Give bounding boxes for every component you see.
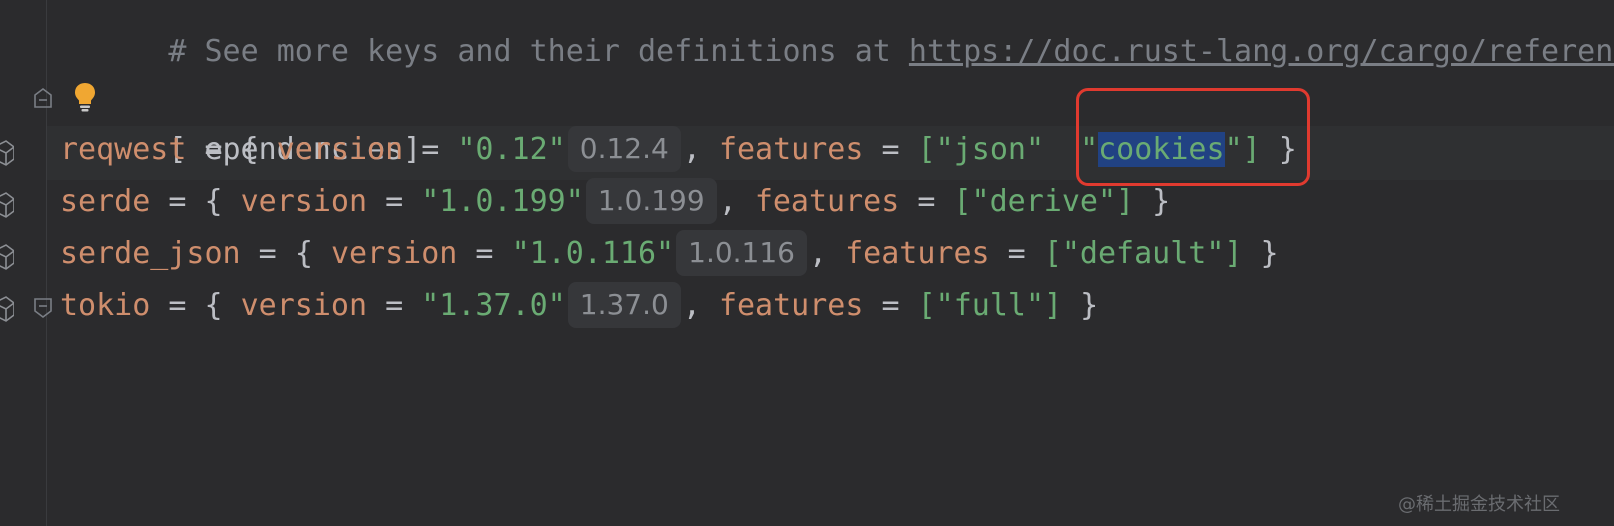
- dependency-name: serde: [60, 184, 151, 219]
- code-editor[interactable]: # See more keys and their definitions at…: [0, 0, 1614, 526]
- open-brace: {: [240, 132, 277, 167]
- version-key: version: [240, 288, 368, 323]
- open-brace: {: [294, 236, 331, 271]
- version-value: "1.0.116": [511, 236, 675, 271]
- features-key: features: [718, 288, 864, 323]
- features-key: features: [845, 236, 990, 271]
- features-value: ["derive"]: [953, 184, 1135, 219]
- dependency-name: serde_json: [60, 236, 241, 271]
- features-value: ["default"]: [1043, 236, 1243, 271]
- equals-token: =: [457, 236, 512, 271]
- equals-token: =: [150, 288, 205, 323]
- dependency-name: tokio: [60, 288, 151, 323]
- dependency-line-tokio: tokio = { version = "1.37.0" 1.37.0, feat…: [60, 280, 1098, 332]
- annotation-highlight-box: [1076, 88, 1310, 186]
- resolved-version-hint[interactable]: 1.0.116: [676, 229, 807, 276]
- fold-icon[interactable]: [33, 298, 53, 318]
- fold-icon[interactable]: [33, 88, 53, 108]
- features-value: ["full"]: [917, 288, 1063, 323]
- version-key: version: [276, 132, 404, 167]
- lightbulb-icon[interactable]: [74, 82, 96, 112]
- comma-token: ,: [682, 132, 719, 167]
- version-value: "1.37.0": [421, 288, 566, 323]
- version-key: version: [240, 184, 368, 219]
- equals-token: =: [899, 184, 954, 219]
- features-key: features: [754, 184, 900, 219]
- dependency-name: reqwest: [60, 132, 187, 167]
- version-value: "0.12": [457, 132, 566, 167]
- dependency-line-serde-json: serde_json = { version = "1.0.116" 1.0.11…: [60, 228, 1279, 280]
- open-brace: {: [204, 288, 241, 323]
- open-brace: {: [204, 184, 241, 219]
- close-brace: }: [1242, 236, 1279, 271]
- equals-token: =: [150, 184, 205, 219]
- resolved-version-hint[interactable]: 0.12.4: [567, 125, 681, 172]
- equals-token: =: [367, 184, 422, 219]
- comment-link[interactable]: https://doc.rust-lang.org/cargo/referenc…: [909, 34, 1614, 69]
- equals-token: =: [989, 236, 1044, 271]
- package-icon[interactable]: [0, 244, 14, 270]
- equals-token: =: [863, 132, 918, 167]
- features-key: features: [718, 132, 864, 167]
- package-icon[interactable]: [0, 192, 14, 218]
- gutter-separator: [46, 0, 47, 526]
- package-icon[interactable]: [0, 140, 14, 166]
- equals-token: =: [240, 236, 295, 271]
- resolved-version-hint[interactable]: 1.0.199: [585, 177, 717, 224]
- version-key: version: [330, 236, 458, 271]
- dependency-line-serde: serde = { version = "1.0.199" 1.0.199, fe…: [60, 176, 1170, 228]
- version-value: "1.0.199": [421, 184, 584, 219]
- watermark: @稀土掘金技术社区: [1398, 494, 1560, 515]
- resolved-version-hint[interactable]: 1.37.0: [567, 281, 681, 328]
- equals-token: =: [403, 132, 458, 167]
- equals-token: =: [863, 288, 918, 323]
- package-icon[interactable]: [0, 296, 14, 322]
- comma-token: ,: [718, 184, 755, 219]
- comma-token: ,: [682, 288, 719, 323]
- features-value: ["json": [917, 132, 1045, 167]
- equals-token: =: [367, 288, 422, 323]
- equals-token: =: [186, 132, 241, 167]
- close-brace: }: [1062, 288, 1099, 323]
- code-area[interactable]: # See more keys and their definitions at…: [60, 0, 1614, 526]
- comma-token: ,: [809, 236, 846, 271]
- section-header: [ependencies]: [60, 72, 421, 167]
- close-brace: }: [1134, 184, 1171, 219]
- comment-text: # See more keys and their definitions at: [168, 34, 909, 69]
- comment-line: # See more keys and their definitions at…: [60, 0, 1614, 69]
